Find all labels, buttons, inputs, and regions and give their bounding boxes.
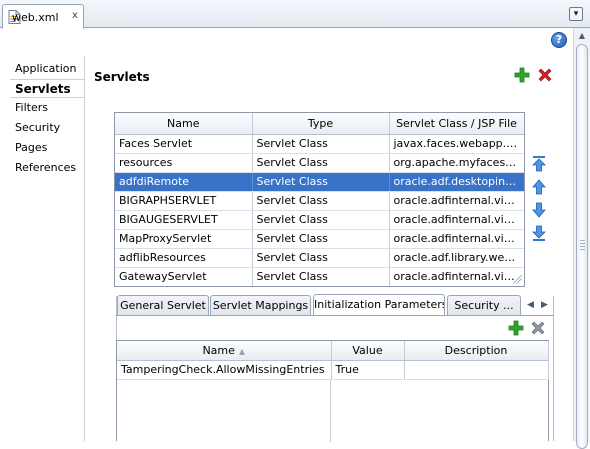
tab-servlet-mappings[interactable]: Servlet Mappings [210,295,311,316]
tab-initialization-parameters[interactable]: Initialization Parameters [313,294,445,316]
table-cell[interactable]: BIGAUGESERVLET [115,210,253,230]
nav-item-pages[interactable]: Pages [15,141,47,154]
table-cell[interactable]: Servlet Class [252,248,390,268]
table-row[interactable]: BIGRAPHSERVLET Servlet Class oracle.adfint… [115,191,524,211]
table-cell[interactable]: True [331,360,405,380]
table-cell[interactable]: TamperingCheck.AllowMissingEntries [117,360,332,380]
scrollbar-grip [580,240,585,250]
resize-grip-icon[interactable] [513,275,522,284]
table-empty-area [117,380,331,442]
table-row[interactable]: BIGAUGESERVLET Servlet Class oracle.adfint… [115,210,524,230]
table-cell[interactable]: Servlet Class [252,153,390,173]
table-cell[interactable]: Servlet Class [252,267,390,286]
nav-item-application[interactable]: Application [15,62,76,75]
table-cell[interactable]: MapProxyServlet [115,229,253,249]
table-cell[interactable]: GatewayServlet [115,267,253,286]
table-row[interactable]: TamperingCheck.AllowMissingEntries True [117,360,549,380]
table-cell[interactable]: oracle.adfinternal.view... [389,229,524,249]
table-row[interactable]: adflibResources Servlet Class oracle.adf.l… [115,248,524,268]
table-cell[interactable]: oracle.adf.library.weba... [389,248,524,268]
table-cell[interactable]: oracle.adfinternal.view... [389,267,524,286]
move-up-icon[interactable] [531,178,547,196]
scroll-up-arrow-icon[interactable]: ▲ [574,31,590,43]
sort-ascending-icon: ▲ [238,346,246,356]
table-cell[interactable]: resources [115,153,253,173]
table-cell[interactable] [404,360,549,380]
table-row[interactable]: Faces Servlet Servlet Class javax.faces.we… [115,134,524,154]
tab-scroll-right-icon[interactable]: ▶ [541,300,548,310]
table-cell[interactable]: oracle.adf.desktopinte... [389,172,524,192]
table-cell[interactable]: oracle.adfinternal.view... [389,191,524,211]
column-header[interactable]: Servlet Class / JSP File [389,113,524,135]
column-header[interactable]: Value [331,341,405,361]
table-cell[interactable]: Servlet Class [252,210,390,230]
table-cell[interactable]: BIGRAPHSERVLET [115,191,253,211]
column-header[interactable]: Name [115,113,253,135]
table-cell[interactable]: oracle.adfinternal.view... [389,210,524,230]
table-row[interactable]: adfdiRemote Servlet Class oracle.adf.deskt… [115,172,524,192]
move-to-top-icon[interactable] [531,155,547,173]
table-cell[interactable]: javax.faces.webapp.F... [389,134,524,154]
tab-baseline [116,315,554,316]
table-cell[interactable]: adflibResources [115,248,253,268]
table-row[interactable]: GatewayServlet Servlet Class oracle.adfint… [115,267,524,286]
editor-tab-strip: web.xml x ▾ [0,0,590,29]
close-icon[interactable]: x [72,10,78,21]
init-parameters-table[interactable]: Name ▲ Value Description TamperingCheck.All… [116,340,549,442]
nav-item-filters[interactable]: Filters [15,101,48,114]
move-down-icon[interactable] [531,201,547,219]
table-cell[interactable]: Servlet Class [252,134,390,154]
scrollbar-thumb[interactable] [576,44,588,449]
table-cell[interactable]: Servlet Class [252,229,390,249]
column-header[interactable]: Type [252,113,390,135]
move-to-bottom-icon[interactable] [531,224,547,242]
column-header-label: Name [202,343,235,357]
table-cell[interactable]: Servlet Class [252,172,390,192]
section-title: Servlets [94,70,150,84]
tab-security[interactable]: Security ... [447,295,521,316]
tab-list-dropdown-button[interactable]: ▾ [569,7,583,21]
tab-scroll-left-icon[interactable]: ◀ [527,300,534,310]
table-cell[interactable]: org.apache.myfaces.tri... [389,153,524,173]
vertical-scrollbar[interactable]: ▲ [573,28,590,449]
add-servlet-button[interactable] [514,67,530,83]
table-row[interactable]: resources Servlet Class org.apache.myfaces… [115,153,524,173]
editor-tab-label: web.xml [12,11,59,24]
add-parameter-button[interactable] [508,320,524,336]
column-header[interactable]: Name ▲ [117,341,332,361]
editor-tab-web-xml[interactable]: web.xml x [2,4,84,29]
table-cell[interactable]: Servlet Class [252,191,390,211]
delete-servlet-button[interactable] [537,67,553,83]
servlets-table[interactable]: Name Type Servlet Class / JSP File Faces S… [114,112,525,287]
nav-item-security[interactable]: Security [15,121,60,134]
column-header[interactable]: Description [404,341,549,361]
help-icon[interactable]: ? [551,32,567,48]
tab-general-servlet[interactable]: General Servlet [117,295,209,316]
column-header-label: Value [352,343,383,357]
nav-item-references[interactable]: References [15,161,76,174]
nav-divider [84,56,85,441]
nav-item-servlets[interactable]: Servlets [15,82,71,96]
table-cell[interactable]: adfdiRemote [115,172,253,192]
table-row[interactable]: MapProxyServlet Servlet Class oracle.adfin… [115,229,524,249]
delete-parameter-button[interactable] [530,320,546,336]
table-cell[interactable]: Faces Servlet [115,134,253,154]
column-header-label: Description [444,343,508,357]
